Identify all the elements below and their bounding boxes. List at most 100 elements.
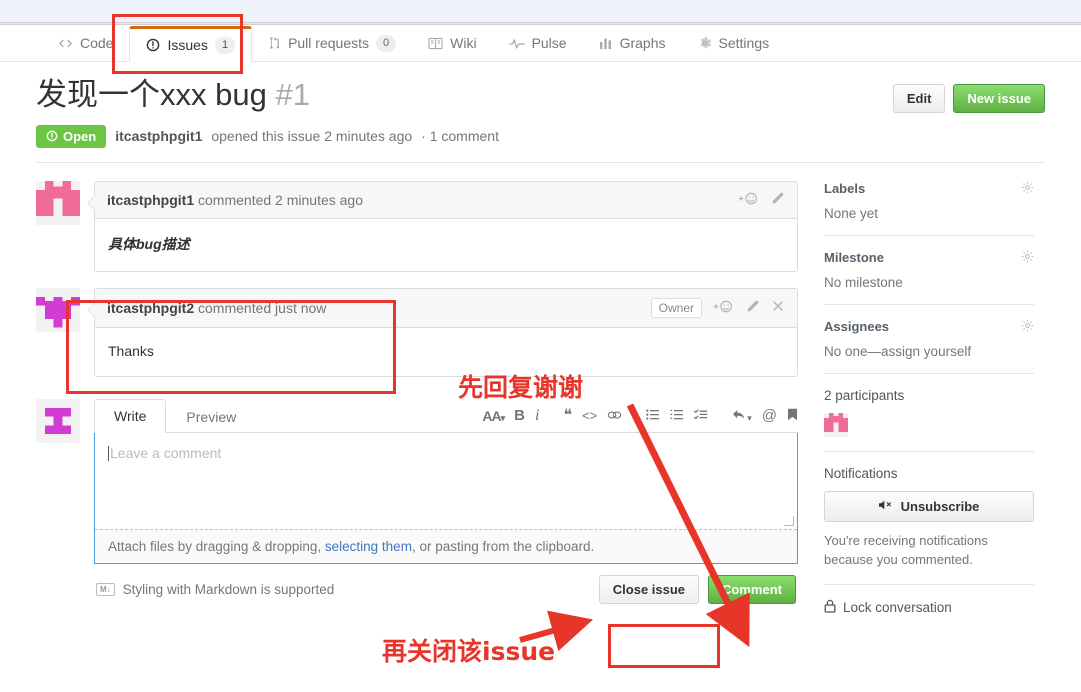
mention-icon[interactable]: @ bbox=[762, 407, 777, 424]
editor-tabs: Write Preview AA▾ B i ❝ <> ▾ @ bbox=[94, 398, 798, 433]
issue-comment-count: · 1 comment bbox=[421, 128, 499, 145]
avatar[interactable] bbox=[36, 180, 80, 225]
code-icon[interactable]: <> bbox=[582, 408, 597, 423]
markdown-note-label: Styling with Markdown is supported bbox=[122, 581, 335, 597]
repo-nav: Code Issues 1 Pull requests 0 Wiki Pulse… bbox=[0, 25, 1081, 62]
reply-icon[interactable]: ▾ bbox=[732, 408, 752, 424]
sidebar-section-labels: Labels None yet bbox=[824, 181, 1034, 236]
ordered-list-icon[interactable] bbox=[670, 408, 684, 424]
nav-tab-issues-counter: 1 bbox=[214, 36, 236, 54]
comment-author[interactable]: itcastphpgit1 bbox=[107, 192, 194, 208]
comment-header: itcastphpgit1 commented 2 minutes ago bbox=[95, 181, 797, 219]
resize-handle[interactable] bbox=[784, 515, 794, 526]
code-icon bbox=[58, 37, 73, 50]
gear-icon[interactable] bbox=[1021, 319, 1034, 335]
browser-top-strip bbox=[0, 0, 1081, 22]
italic-icon[interactable]: i bbox=[535, 407, 539, 425]
nav-tab-graphs-label: Graphs bbox=[619, 35, 666, 51]
labels-title: Labels bbox=[824, 181, 866, 197]
nav-tab-pull-requests[interactable]: Pull requests 0 bbox=[252, 25, 412, 61]
issue-title-text: 发现一个xxx bug bbox=[36, 77, 267, 112]
nav-tab-graphs[interactable]: Graphs bbox=[583, 25, 682, 61]
status-badge-label: Open bbox=[63, 128, 97, 144]
add-reaction-icon[interactable] bbox=[713, 299, 734, 317]
tab-write[interactable]: Write bbox=[94, 398, 167, 433]
assignees-header: Assignees bbox=[824, 319, 1034, 335]
participant-avatar[interactable] bbox=[824, 412, 848, 437]
tab-preview[interactable]: Preview bbox=[166, 400, 256, 433]
milestone-value: No milestone bbox=[824, 274, 903, 290]
comment-header: itcastphpgit2 commented just now Owner bbox=[95, 288, 797, 328]
graph-icon bbox=[599, 37, 613, 50]
add-reaction-icon[interactable] bbox=[738, 191, 759, 209]
close-issue-button[interactable]: Close issue bbox=[598, 574, 700, 604]
unordered-list-icon[interactable] bbox=[646, 408, 660, 424]
nav-tab-code-label: Code bbox=[80, 35, 114, 51]
comment-actions: Owner bbox=[650, 297, 785, 318]
issue-author[interactable]: itcastphpgit1 bbox=[115, 128, 202, 144]
sidebar-section-participants: 2 participants bbox=[824, 388, 1034, 452]
notifications-title: Notifications bbox=[824, 465, 898, 481]
issue-opened-icon bbox=[146, 38, 160, 52]
link-icon[interactable] bbox=[607, 408, 622, 424]
issue-layout: itcastphpgit1 commented 2 minutes ago 具体… bbox=[36, 163, 1045, 644]
nav-tab-code[interactable]: Code bbox=[42, 25, 129, 61]
new-issue-button[interactable]: New issue bbox=[953, 84, 1045, 113]
lock-icon bbox=[824, 599, 836, 616]
owner-badge: Owner bbox=[650, 297, 702, 318]
nav-tab-issues[interactable]: Issues 1 bbox=[129, 26, 253, 62]
comment-author[interactable]: itcastphpgit2 bbox=[107, 300, 194, 316]
issue-number: #1 bbox=[275, 77, 310, 112]
nav-tab-pull-requests-counter: 0 bbox=[376, 34, 397, 52]
quote-icon[interactable]: ❝ bbox=[563, 407, 572, 423]
lock-conversation-row[interactable]: Lock conversation bbox=[824, 599, 1034, 616]
task-list-icon[interactable] bbox=[694, 408, 708, 424]
nav-tab-settings[interactable]: Settings bbox=[682, 25, 786, 61]
markdown-note: M↓ Styling with Markdown is supported bbox=[96, 582, 334, 597]
status-badge: Open bbox=[36, 124, 107, 148]
bold-icon[interactable]: B bbox=[514, 407, 525, 424]
nav-tab-pulse-label: Pulse bbox=[531, 35, 567, 51]
milestone-header: Milestone bbox=[824, 250, 1034, 266]
sidebar-section-assignees: Assignees No one—assign yourself bbox=[824, 319, 1034, 374]
nav-tab-wiki[interactable]: Wiki bbox=[412, 25, 492, 61]
avatar[interactable] bbox=[36, 398, 80, 443]
sidebar-section-milestone: Milestone No milestone bbox=[824, 250, 1034, 305]
assignees-value[interactable]: No one—assign yourself bbox=[824, 344, 1034, 359]
lock-conversation-label: Lock conversation bbox=[843, 599, 952, 615]
comment-button[interactable]: Comment bbox=[708, 574, 796, 604]
comment-body: Thanks bbox=[108, 342, 154, 359]
new-comment-form: Write Preview AA▾ B i ❝ <> ▾ @ Leave a c… bbox=[36, 398, 798, 604]
markdown-toolbar: AA▾ B i ❝ <> ▾ @ bbox=[482, 407, 798, 432]
unsubscribe-button[interactable]: Unsubscribe bbox=[824, 490, 1034, 522]
issue-opened-meta: opened this issue 2 minutes ago bbox=[211, 128, 413, 145]
close-icon[interactable] bbox=[771, 299, 785, 316]
gear-icon[interactable] bbox=[1021, 250, 1034, 266]
heading-icon[interactable]: AA▾ bbox=[482, 408, 505, 424]
issue-meta: Open itcastphpgit1 opened this issue 2 m… bbox=[36, 124, 1045, 163]
editor-footer: M↓ Styling with Markdown is supported Cl… bbox=[94, 564, 798, 604]
selecting-them-link[interactable]: selecting them bbox=[325, 539, 412, 554]
notifications-note: You're receiving notifications because y… bbox=[824, 532, 988, 568]
edit-comment-icon[interactable] bbox=[770, 191, 785, 209]
comment-placeholder: Leave a comment bbox=[110, 444, 222, 461]
labels-header: Labels bbox=[824, 181, 1034, 197]
timeline-comment: itcastphpgit2 commented just now Owner T… bbox=[36, 287, 798, 377]
nav-tab-settings-label: Settings bbox=[718, 35, 770, 51]
nav-tab-issues-label: Issues bbox=[167, 37, 208, 53]
comment-textarea[interactable]: Leave a comment bbox=[95, 433, 797, 530]
issue-title-row: 发现一个xxx bug #1 Edit New issue bbox=[36, 62, 1045, 115]
attach-hint-post: , or pasting from the clipboard. bbox=[411, 538, 595, 554]
git-pull-request-icon bbox=[268, 36, 281, 50]
edit-comment-icon[interactable] bbox=[745, 299, 760, 317]
saved-replies-icon[interactable] bbox=[787, 408, 798, 424]
labels-value: None yet bbox=[824, 205, 879, 221]
edit-button[interactable]: Edit bbox=[892, 84, 946, 113]
avatar[interactable] bbox=[36, 287, 80, 332]
nav-tab-wiki-label: Wiki bbox=[450, 35, 477, 51]
issue-opened-icon bbox=[46, 130, 58, 142]
markdown-icon: M↓ bbox=[96, 582, 115, 596]
unsubscribe-label: Unsubscribe bbox=[900, 498, 980, 514]
nav-tab-pulse[interactable]: Pulse bbox=[493, 25, 583, 61]
gear-icon[interactable] bbox=[1021, 181, 1034, 197]
